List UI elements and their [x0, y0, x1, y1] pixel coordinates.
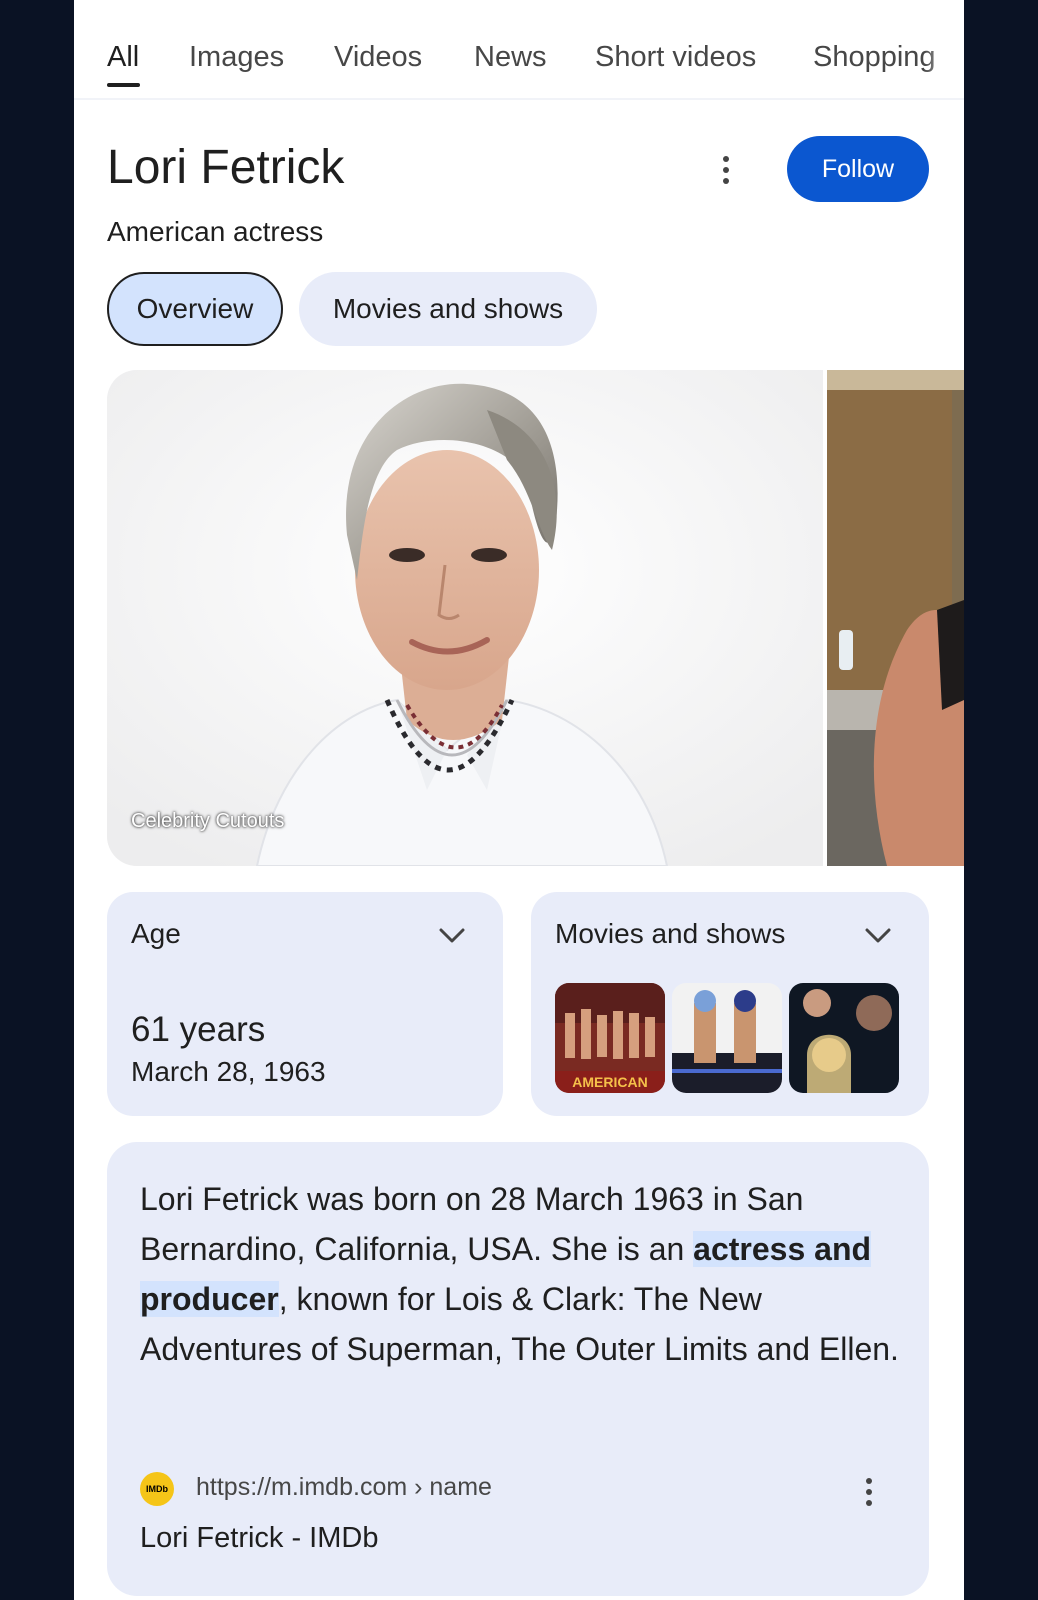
movie-thumbnail[interactable]	[672, 983, 782, 1093]
age-value: 61 years	[131, 1010, 266, 1049]
movie-thumbnail[interactable]	[789, 983, 899, 1093]
movie-thumbnail[interactable]: AMERICAN	[555, 983, 665, 1093]
movies-heading: Movies and shows	[555, 918, 786, 949]
more-dot-icon	[866, 1500, 872, 1506]
follow-button[interactable]: Follow	[787, 136, 929, 202]
chip-movies-and-shows[interactable]: Movies and shows	[299, 272, 597, 346]
movie-poster	[672, 983, 782, 1093]
tab-news[interactable]: News	[474, 40, 547, 74]
movie-poster: AMERICAN	[555, 983, 665, 1093]
search-results-page: All Images Videos News Short videos Shop…	[74, 0, 964, 1600]
search-tabs: All Images Videos News Short videos Shop…	[74, 0, 964, 100]
image-source-caption: Celebrity Cutouts	[131, 810, 285, 832]
imdb-icon: IMDb	[140, 1472, 174, 1506]
chevron-down-icon[interactable]	[439, 928, 465, 944]
entity-title: Lori Fetrick	[107, 141, 345, 194]
source-more-options-button[interactable]	[852, 1472, 886, 1512]
more-dot-icon	[723, 167, 729, 173]
secondary-image[interactable]	[827, 370, 964, 866]
birth-date: March 28, 1963	[131, 1056, 326, 1087]
more-dot-icon	[723, 178, 729, 184]
source-url[interactable]: https://m.imdb.com › name	[196, 1473, 492, 1502]
about-card: Lori Fetrick was born on 28 March 1963 i…	[107, 1142, 929, 1596]
tab-all[interactable]: All	[107, 40, 139, 74]
tab-shopping[interactable]: Shopping	[813, 40, 936, 74]
poster-text: AMERICAN	[572, 1074, 647, 1090]
tab-videos[interactable]: Videos	[334, 40, 422, 74]
tab-short-videos[interactable]: Short videos	[595, 40, 756, 74]
movies-card[interactable]: Movies and shows AMERICAN	[531, 892, 929, 1116]
active-tab-indicator	[107, 83, 140, 87]
chevron-down-icon[interactable]	[865, 928, 891, 944]
secondary-illustration	[827, 370, 964, 866]
more-options-button[interactable]	[704, 148, 748, 192]
age-heading: Age	[131, 918, 181, 949]
tabs-fade	[924, 30, 964, 80]
movie-poster	[789, 983, 899, 1093]
more-dot-icon	[723, 156, 729, 162]
more-dot-icon	[866, 1478, 872, 1484]
age-card[interactable]: Age 61 years March 28, 1963	[107, 892, 503, 1116]
entity-description: American actress	[107, 216, 324, 247]
tab-images[interactable]: Images	[189, 40, 284, 74]
about-text: Lori Fetrick was born on 28 March 1963 i…	[140, 1174, 900, 1374]
portrait-image[interactable]: Celebrity Cutouts	[107, 370, 823, 866]
portrait-illustration	[107, 370, 823, 866]
more-dot-icon	[866, 1489, 872, 1495]
source-title-link[interactable]: Lori Fetrick - IMDb	[140, 1522, 378, 1555]
chip-overview[interactable]: Overview	[107, 272, 283, 346]
